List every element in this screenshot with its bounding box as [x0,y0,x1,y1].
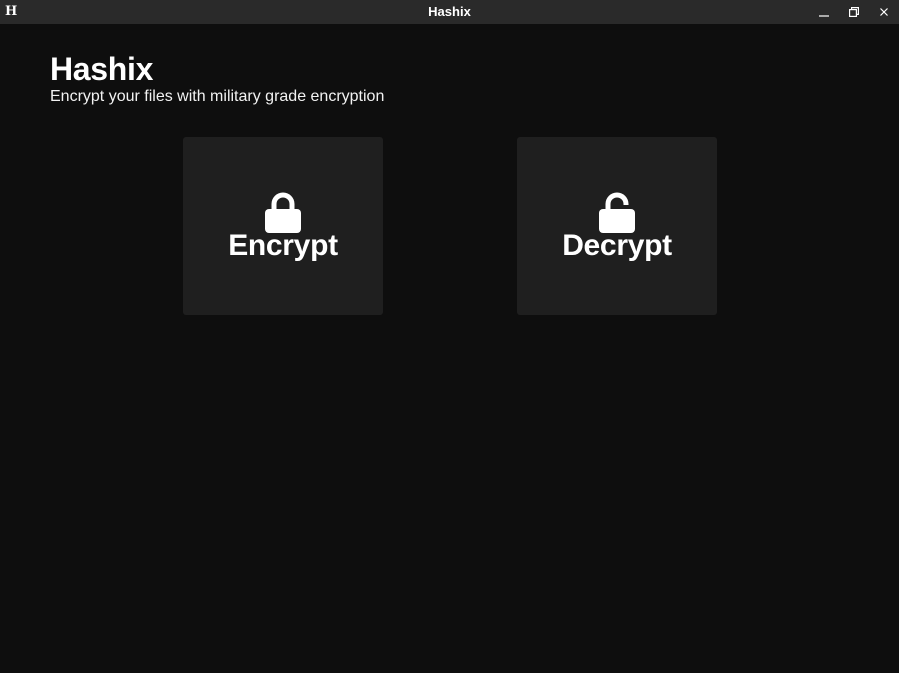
lock-icon [265,192,301,233]
window-controls [809,0,899,24]
decrypt-button[interactable]: Decrypt [517,137,717,315]
encrypt-button[interactable]: Encrypt [183,137,383,315]
page-title: Hashix [50,51,154,87]
restore-icon [849,7,859,17]
close-button[interactable] [869,0,899,24]
restore-button[interactable] [839,0,869,24]
close-icon [880,8,888,16]
encrypt-label: Encrypt [228,229,338,262]
page-subtitle: Encrypt your files with military grade e… [50,88,385,105]
app-logo: H [5,4,18,19]
title-bar[interactable]: H Hashix [0,0,899,24]
app-window: H Hashix Hashix Encrypt your files with … [0,0,899,673]
page-header: Hashix Encrypt your files with military … [50,51,384,107]
unlock-icon [599,192,635,233]
decrypt-label: Decrypt [562,229,672,262]
minimize-icon [819,15,829,17]
minimize-button[interactable] [809,0,839,24]
window-title: Hashix [428,4,471,19]
